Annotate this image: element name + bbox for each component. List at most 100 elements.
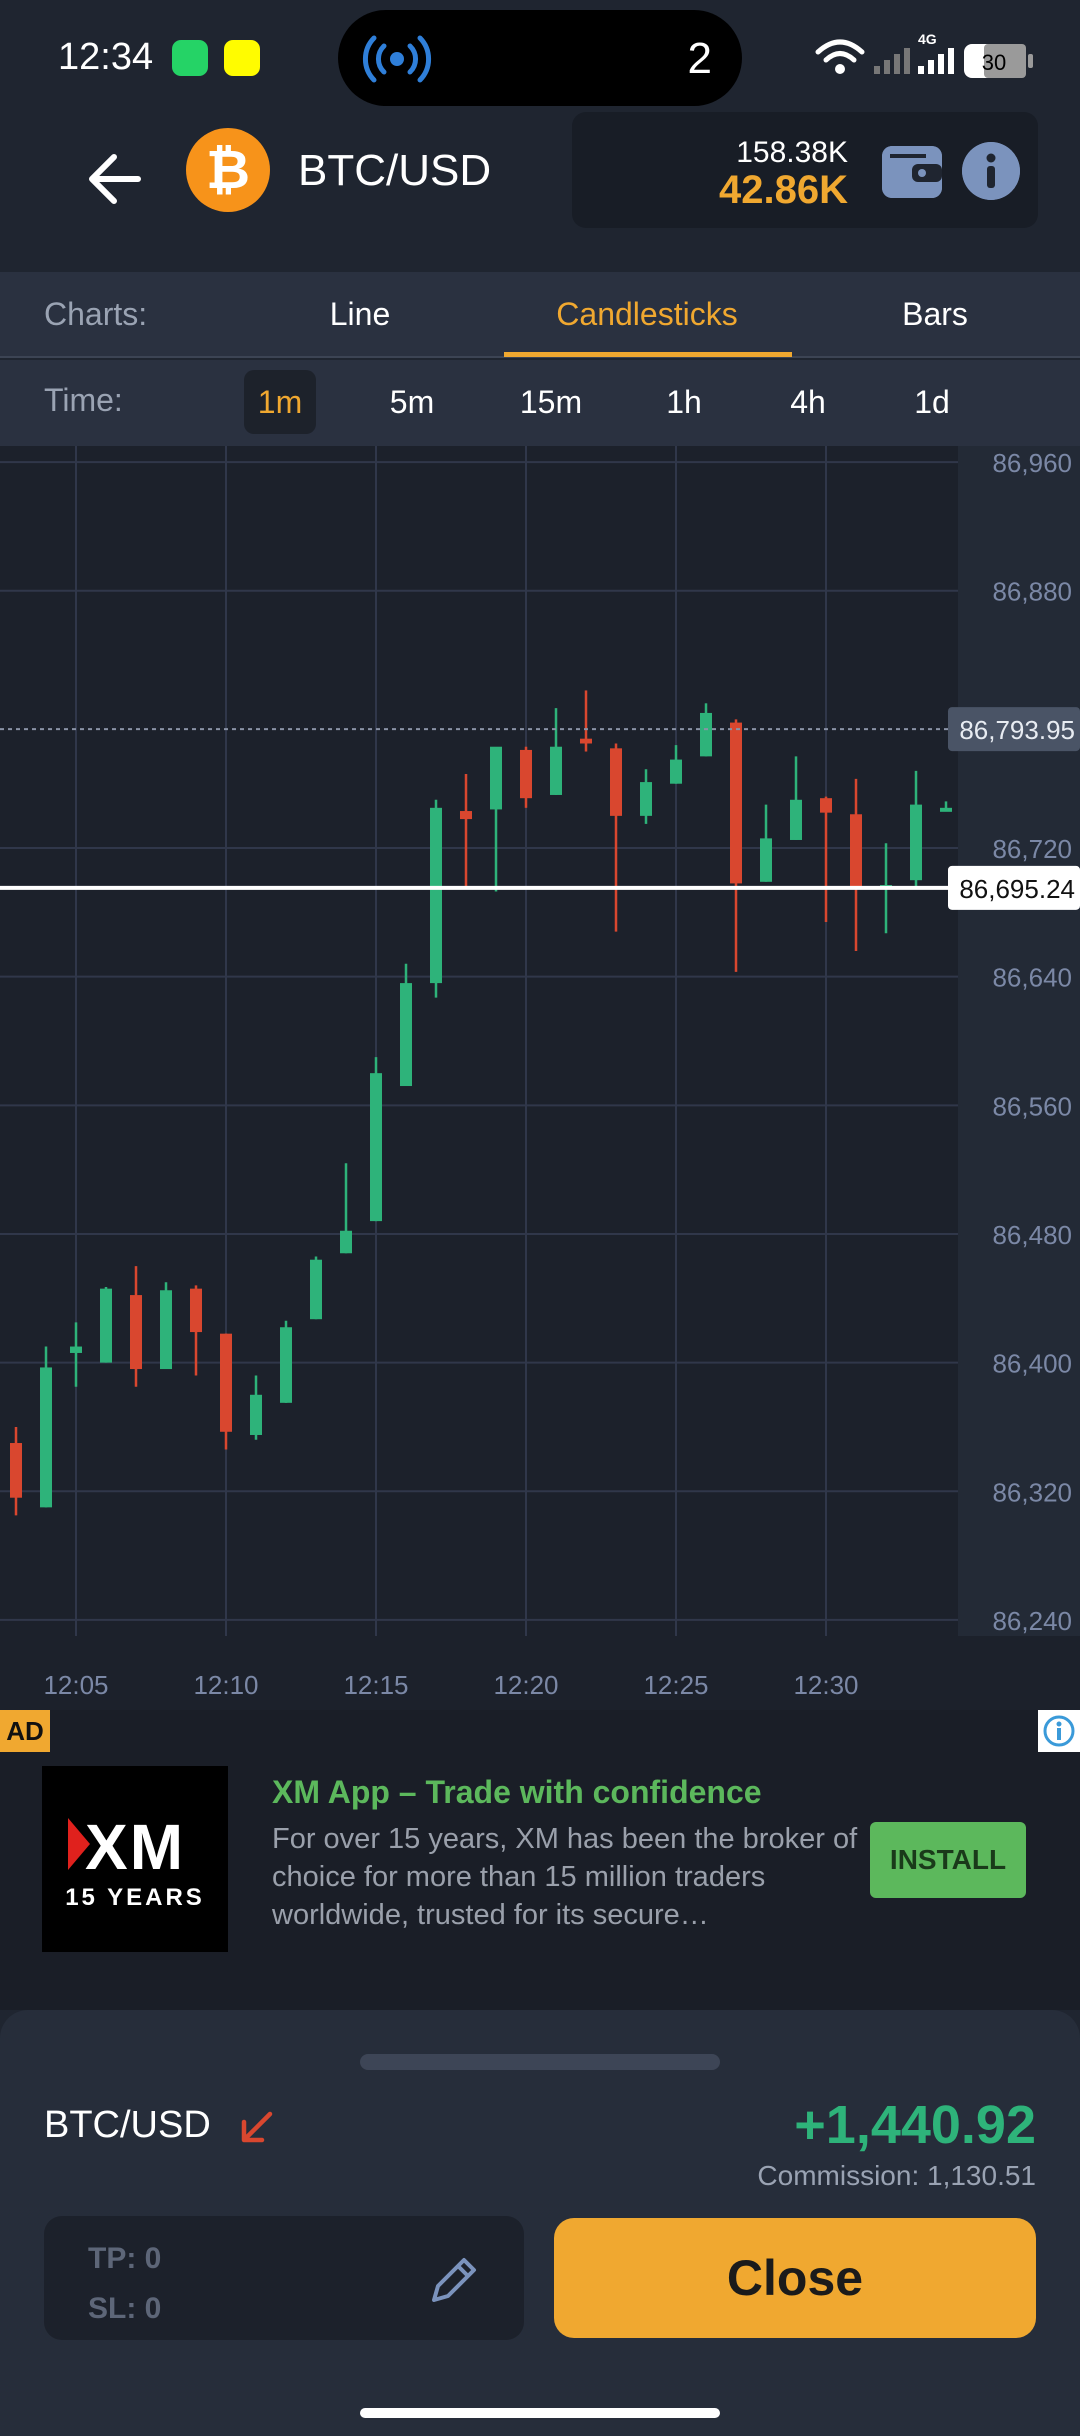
ad-info-icon[interactable] [1038, 1710, 1080, 1752]
ad-banner[interactable]: AD XM 15 YEARS XM App – Trade with confi… [0, 1710, 1080, 2010]
candle-body [70, 1346, 82, 1353]
y-tick-label: 86,960 [992, 448, 1072, 478]
open-price-label: 86,695.24 [959, 874, 1075, 904]
x-tick-label: 12:25 [643, 1670, 708, 1700]
header: ₿ BTC/USD 158.38K 42.86K [0, 110, 1080, 272]
candle-body [460, 811, 472, 820]
candle-body [700, 712, 712, 757]
timeframe-1h[interactable]: 1h [648, 370, 720, 434]
tab-candlesticks[interactable]: Candlesticks [504, 296, 790, 333]
candle-body [370, 1073, 382, 1222]
signal-icon [874, 48, 910, 74]
account-balance: 158.38K [736, 136, 848, 169]
price-chart[interactable]: 86,960 86,880 86,720 86,640 86,560 86,480 86,4… [0, 446, 1080, 1710]
position-commission: Commission: 1,130.51 [757, 2160, 1036, 2191]
candle-body [760, 838, 772, 882]
y-tick-label: 86,480 [992, 1220, 1072, 1250]
candle-body [430, 807, 442, 984]
candle-body [190, 1288, 202, 1333]
candle-body [730, 722, 742, 884]
timeframe-tabs: Time: 1m 5m 15m 1h 4h 1d [0, 360, 1080, 446]
candle-body [670, 759, 682, 784]
y-axis-panel [958, 446, 1080, 1710]
candle-body [550, 746, 562, 795]
candle-body [130, 1295, 142, 1370]
y-tick-label: 86,320 [992, 1477, 1072, 1507]
candle-body [850, 814, 862, 887]
last-price-label: 86,793.95 [959, 715, 1075, 745]
timeframe-1m[interactable]: 1m [244, 370, 316, 434]
wifi-icon [815, 39, 865, 74]
ad-title[interactable]: XM App – Trade with confidence [272, 1774, 762, 1811]
network-type: 4G [918, 31, 937, 47]
ad-logo-subtitle: 15 YEARS [65, 1884, 205, 1911]
close-position-button[interactable]: Close [554, 2218, 1036, 2338]
candle-body [220, 1333, 232, 1432]
candle-body [520, 749, 532, 799]
x-tick-label: 12:05 [43, 1670, 108, 1700]
account-summary[interactable]: 158.38K 42.86K [572, 112, 1038, 228]
broadcast-icon [362, 35, 432, 83]
status-bar: 12:34 2 4G 30 [0, 0, 1080, 110]
sell-arrow-icon [241, 2111, 273, 2143]
snapchat-icon [224, 40, 260, 76]
ad-badge: AD [0, 1710, 50, 1752]
position-pnl: +1,440.92 [794, 2095, 1036, 2155]
ad-logo[interactable]: XM 15 YEARS [42, 1766, 228, 1952]
status-time: 12:34 [58, 36, 154, 78]
whatsapp-icon [172, 40, 208, 76]
back-arrow-icon[interactable] [80, 144, 150, 214]
active-tab-indicator [504, 352, 792, 357]
y-tick-label: 86,560 [992, 1091, 1072, 1121]
wallet-icon[interactable] [882, 146, 942, 198]
sheet-drag-handle[interactable] [360, 2054, 720, 2070]
tab-bars[interactable]: Bars [860, 296, 1010, 333]
x-tick-label: 12:15 [343, 1670, 408, 1700]
info-icon[interactable] [962, 142, 1020, 200]
stop-loss-value: SL: 0 [88, 2292, 162, 2325]
tab-line[interactable]: Line [288, 296, 432, 333]
time-label: Time: [44, 382, 123, 418]
candle-body [250, 1394, 262, 1435]
candle-body [490, 746, 502, 810]
candle-body [10, 1443, 22, 1498]
y-tick-label: 86,880 [992, 577, 1072, 607]
home-indicator[interactable] [360, 2408, 720, 2418]
charts-label: Charts: [44, 296, 148, 332]
take-profit-value: TP: 0 [88, 2242, 162, 2275]
tp-sl-box[interactable]: TP: 0 SL: 0 [44, 2216, 524, 2340]
ad-install-button[interactable]: INSTALL [870, 1822, 1026, 1898]
bitcoin-icon: ₿ [186, 128, 270, 212]
chart-type-tabs: Charts: Line Candlesticks Bars [0, 272, 1080, 358]
pencil-icon[interactable] [424, 2250, 484, 2310]
system-status-icons: 4G 30 [815, 31, 1033, 78]
account-equity: 42.86K [719, 168, 848, 212]
y-tick-label: 86,400 [992, 1349, 1072, 1379]
y-tick-label: 86,720 [992, 834, 1072, 864]
timeframe-1d[interactable]: 1d [896, 370, 968, 434]
pair-title: BTC/USD [298, 146, 492, 195]
island-count: 2 [687, 34, 712, 83]
timeframe-4h[interactable]: 4h [772, 370, 844, 434]
dynamic-island[interactable]: 2 [338, 10, 742, 106]
candle-body [40, 1367, 52, 1508]
candlestick-chart[interactable]: 86,960 86,880 86,720 86,640 86,560 86,480 86,4… [0, 446, 1080, 1710]
candle-body [340, 1230, 352, 1254]
battery-level: 30 [982, 50, 1006, 75]
candle-body [790, 799, 802, 840]
candle-body [940, 807, 952, 812]
candle-body [310, 1259, 322, 1320]
x-tick-label: 12:10 [193, 1670, 258, 1700]
candle-body [100, 1288, 112, 1363]
signal-icon-2 [918, 48, 954, 74]
x-tick-label: 12:30 [793, 1670, 858, 1700]
candle-body [820, 798, 832, 813]
candle-body [160, 1290, 172, 1370]
y-tick-label: 86,640 [992, 963, 1072, 993]
y-tick-label: 86,240 [992, 1606, 1072, 1636]
timeframe-15m[interactable]: 15m [506, 370, 596, 434]
timeframe-5m[interactable]: 5m [372, 370, 452, 434]
candle-body [400, 983, 412, 1087]
candle-body [610, 748, 622, 816]
battery-icon: 30 [964, 44, 1033, 78]
